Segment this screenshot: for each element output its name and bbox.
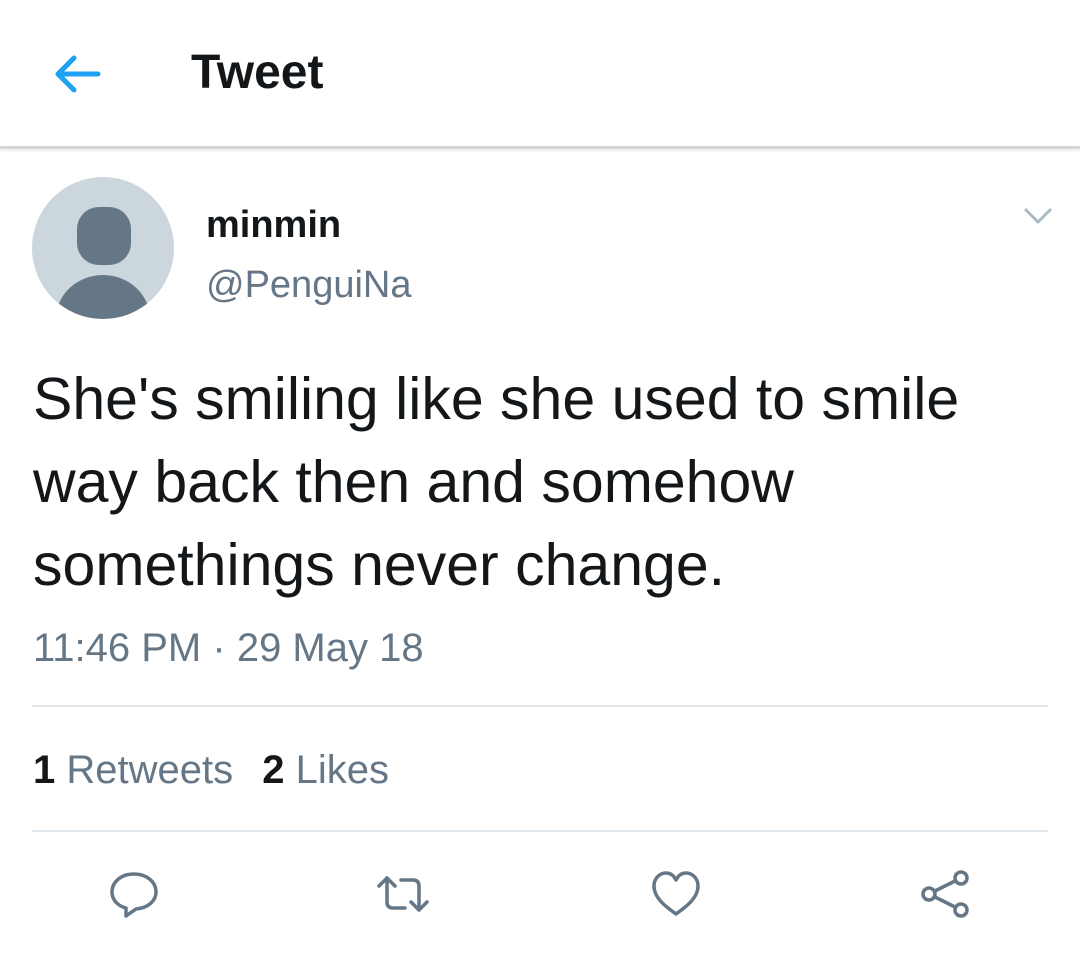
tweet-time: 11:46 PM [33, 626, 202, 670]
reply-icon [110, 872, 158, 918]
author-display-name[interactable]: minmin [206, 202, 341, 248]
arrow-left-icon [55, 55, 101, 93]
share-icon [921, 870, 969, 918]
share-button[interactable] [917, 866, 973, 922]
likes-count: 2 [262, 748, 285, 792]
retweets-stat[interactable]: 1 Retweets [33, 746, 233, 794]
app-header: Tweet [0, 0, 1080, 149]
tweet-timestamp: 11:46 PM · 29 May 18 [33, 624, 424, 672]
retweet-icon [377, 876, 429, 912]
default-avatar-icon [56, 207, 150, 319]
tweet-date: 29 May 18 [236, 626, 424, 670]
divider [32, 705, 1048, 707]
page-title: Tweet [191, 46, 324, 99]
likes-label: Likes [295, 748, 390, 792]
tweet-stats: 1 Retweets 2 Likes [33, 746, 389, 794]
like-button[interactable] [648, 866, 704, 922]
retweets-label: Retweets [66, 748, 234, 792]
retweets-count: 1 [33, 748, 56, 792]
back-button[interactable] [48, 50, 104, 98]
like-icon [652, 871, 700, 916]
chevron-down-icon [1024, 208, 1052, 224]
reply-button[interactable] [106, 866, 162, 922]
tweet-options-button[interactable] [1018, 200, 1058, 232]
tweet-text: She's smiling like she used to smile way… [33, 366, 960, 598]
author-handle[interactable]: @PenguiNa [206, 262, 411, 308]
avatar[interactable] [32, 177, 174, 319]
retweet-button[interactable] [375, 866, 431, 922]
meta-separator: · [212, 626, 226, 670]
likes-stat[interactable]: 2 Likes [262, 746, 389, 794]
divider [32, 830, 1048, 832]
